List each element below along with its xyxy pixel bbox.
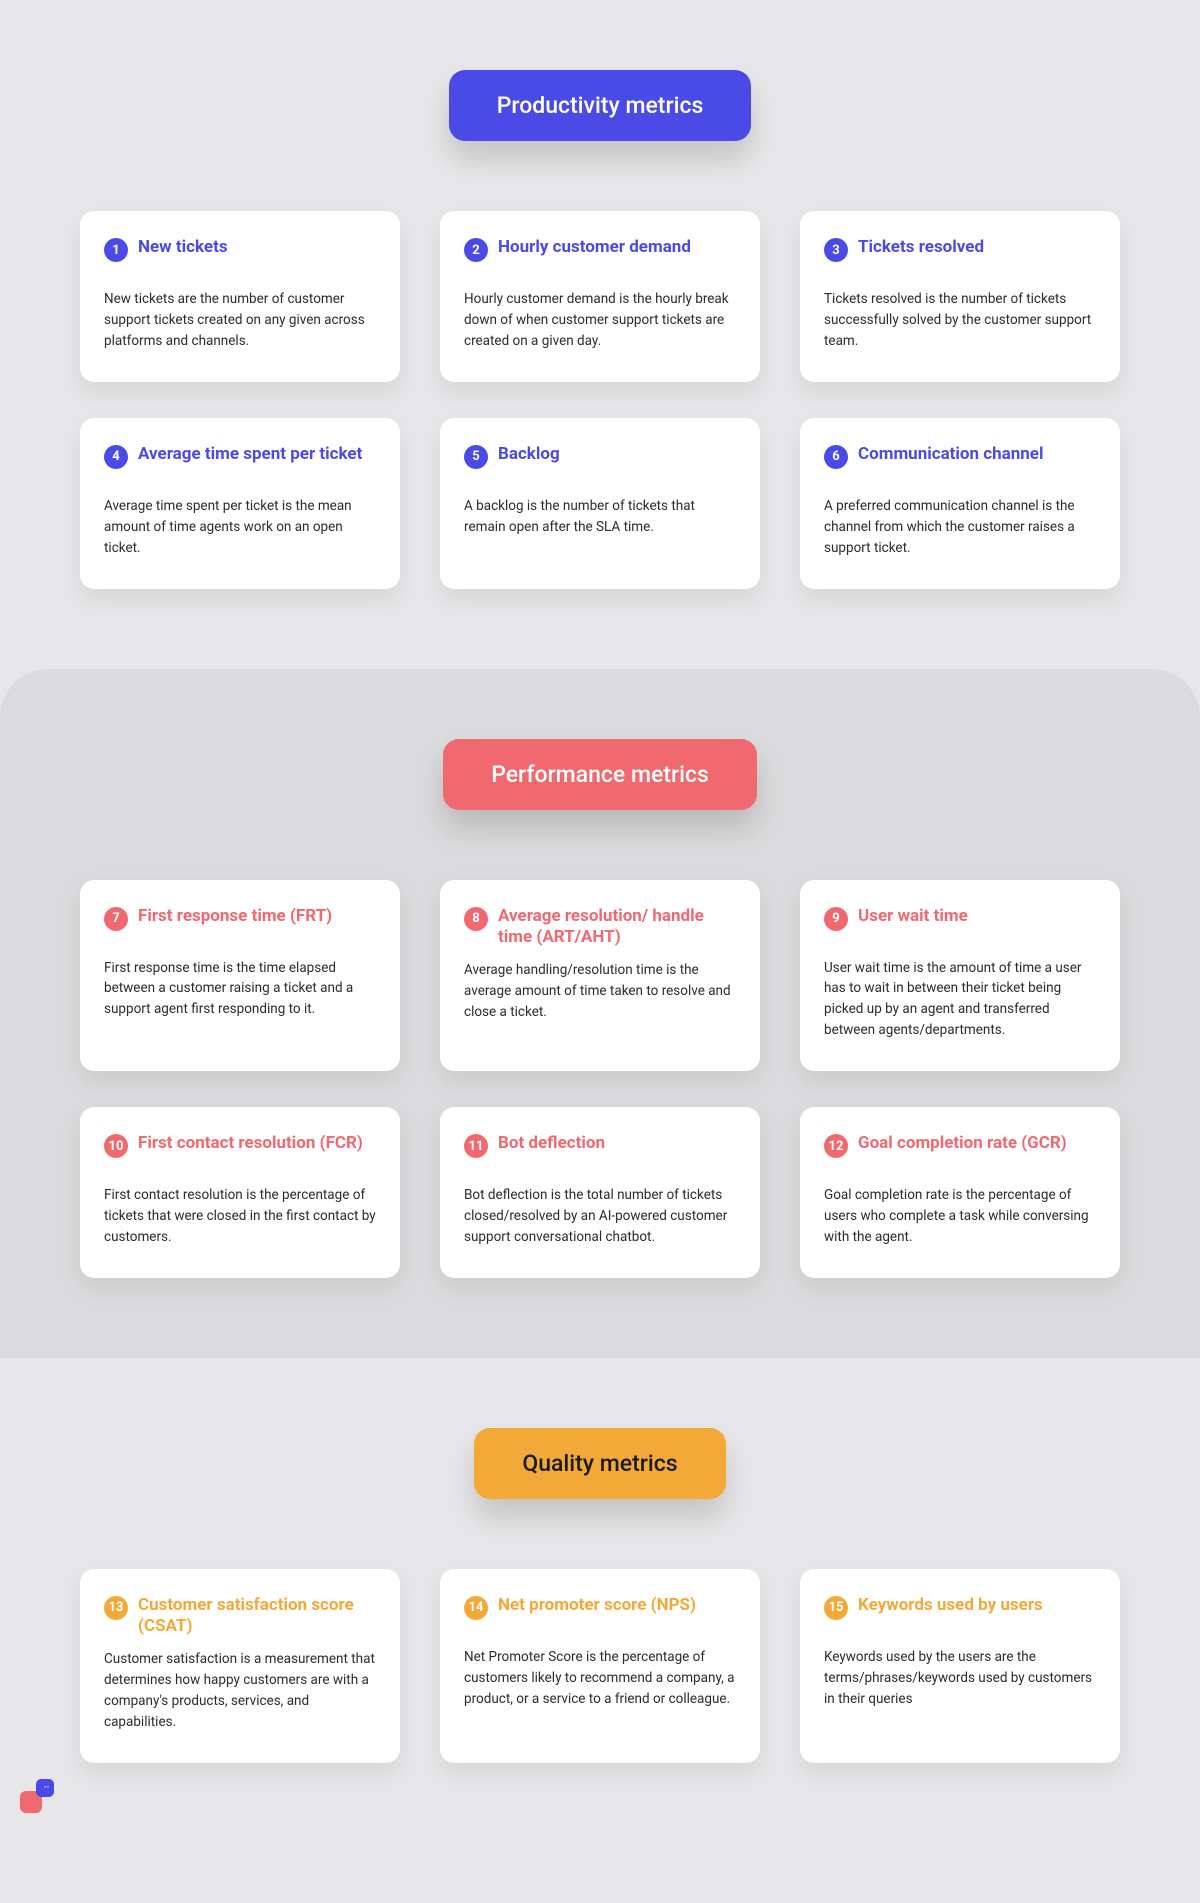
card-number-badge: 11 [464,1134,488,1158]
card-title: Bot deflection [498,1133,605,1154]
card-header: 15 Keywords used by users [824,1595,1096,1635]
card-description: Tickets resolved is the number of ticket… [824,289,1096,352]
card-description: Goal completion rate is the percentage o… [824,1185,1096,1248]
card-number-badge: 13 [104,1596,128,1620]
metric-card: 9 User wait time User wait time is the amo… [800,880,1120,1072]
metric-card: 15 Keywords used by users Keywords used by… [800,1569,1120,1763]
card-number-badge: 12 [824,1134,848,1158]
metric-card: 3 Tickets resolved Tickets resolved is the… [800,211,1120,382]
card-header: 12 Goal completion rate (GCR) [824,1133,1096,1173]
card-grid: 7 First response time (FRT) First response… [80,880,1120,1278]
metric-card: 6 Communication channel A preferred commun… [800,418,1120,589]
section-performance: Performance metrics 7 First response time … [0,669,1200,1358]
metric-card: 5 Backlog A backlog is the number of ticke… [440,418,760,589]
card-title: First contact resolution (FCR) [138,1133,363,1154]
brand-logo: •• [20,1779,54,1813]
metric-card: 1 New tickets New tickets are the number o… [80,211,400,382]
card-title: User wait time [858,906,968,927]
card-title: Average resolution/ handle time (ART/AHT… [498,906,736,949]
section-quality: Quality metrics 13 Customer satisfaction s… [0,1358,1200,1843]
card-header: 11 Bot deflection [464,1133,736,1173]
card-header: 14 Net promoter score (NPS) [464,1595,736,1635]
card-number-badge: 1 [104,238,128,262]
card-description: Average handling/resolution time is the … [464,960,736,1023]
section-productivity: Productivity metrics 1 New tickets New tick… [0,0,1200,669]
card-description: Hourly customer demand is the hourly bre… [464,289,736,352]
card-title: Backlog [498,444,560,465]
metric-card: 2 Hourly customer demand Hourly customer d… [440,211,760,382]
card-number-badge: 7 [104,907,128,931]
metric-card: 11 Bot deflection Bot deflection is the to… [440,1107,760,1278]
metric-card: 4 Average time spent per ticket Average ti… [80,418,400,589]
card-title: Goal completion rate (GCR) [858,1133,1067,1154]
card-header: 5 Backlog [464,444,736,484]
card-number-badge: 10 [104,1134,128,1158]
card-number-badge: 9 [824,907,848,931]
card-description: Net Promoter Score is the percentage of … [464,1647,736,1710]
card-header: 4 Average time spent per ticket [104,444,376,484]
card-description: Bot deflection is the total number of ti… [464,1185,736,1248]
card-number-badge: 6 [824,445,848,469]
card-header: 7 First response time (FRT) [104,906,376,946]
card-title: Average time spent per ticket [138,444,362,465]
metric-card: 14 Net promoter score (NPS) Net Promoter S… [440,1569,760,1763]
card-title: Communication channel [858,444,1044,465]
card-description: First response time is the time elapsed … [104,958,376,1021]
card-grid: 1 New tickets New tickets are the number o… [80,211,1120,589]
section-heading-pill: Quality metrics [474,1428,725,1499]
card-description: A backlog is the number of tickets that … [464,496,736,538]
card-header: 2 Hourly customer demand [464,237,736,277]
section-heading-pill: Performance metrics [443,739,757,810]
card-header: 8 Average resolution/ handle time (ART/AH… [464,906,736,949]
card-number-badge: 3 [824,238,848,262]
card-header: 6 Communication channel [824,444,1096,484]
card-header: 13 Customer satisfaction score (CSAT) [104,1595,376,1638]
card-number-badge: 5 [464,445,488,469]
logo-dots: •• [44,1784,50,1791]
card-description: A preferred communication channel is the… [824,496,1096,559]
card-grid: 13 Customer satisfaction score (CSAT) Cust… [80,1569,1120,1763]
card-header: 3 Tickets resolved [824,237,1096,277]
card-description: Average time spent per ticket is the mea… [104,496,376,559]
card-description: New tickets are the number of customer s… [104,289,376,352]
card-header: 10 First contact resolution (FCR) [104,1133,376,1173]
card-title: Keywords used by users [858,1595,1043,1616]
card-number-badge: 14 [464,1596,488,1620]
metric-card: 12 Goal completion rate (GCR) Goal complet… [800,1107,1120,1278]
card-title: New tickets [138,237,228,258]
card-title: Customer satisfaction score (CSAT) [138,1595,376,1638]
metric-card: 13 Customer satisfaction score (CSAT) Cust… [80,1569,400,1763]
card-header: 1 New tickets [104,237,376,277]
card-number-badge: 8 [464,907,488,931]
section-heading-pill: Productivity metrics [449,70,752,141]
card-title: Tickets resolved [858,237,984,258]
card-description: Customer satisfaction is a measurement t… [104,1649,376,1733]
metric-card: 7 First response time (FRT) First response… [80,880,400,1072]
metric-card: 8 Average resolution/ handle time (ART/AH… [440,880,760,1072]
metric-card: 10 First contact resolution (FCR) First co… [80,1107,400,1278]
page-root: Productivity metrics 1 New tickets New tick… [0,0,1200,1843]
card-number-badge: 2 [464,238,488,262]
card-description: User wait time is the amount of time a u… [824,958,1096,1042]
card-number-badge: 4 [104,445,128,469]
card-title: First response time (FRT) [138,906,332,927]
card-number-badge: 15 [824,1596,848,1620]
card-header: 9 User wait time [824,906,1096,946]
card-title: Net promoter score (NPS) [498,1595,696,1616]
card-title: Hourly customer demand [498,237,691,258]
card-description: Keywords used by the users are the terms… [824,1647,1096,1710]
card-description: First contact resolution is the percenta… [104,1185,376,1248]
